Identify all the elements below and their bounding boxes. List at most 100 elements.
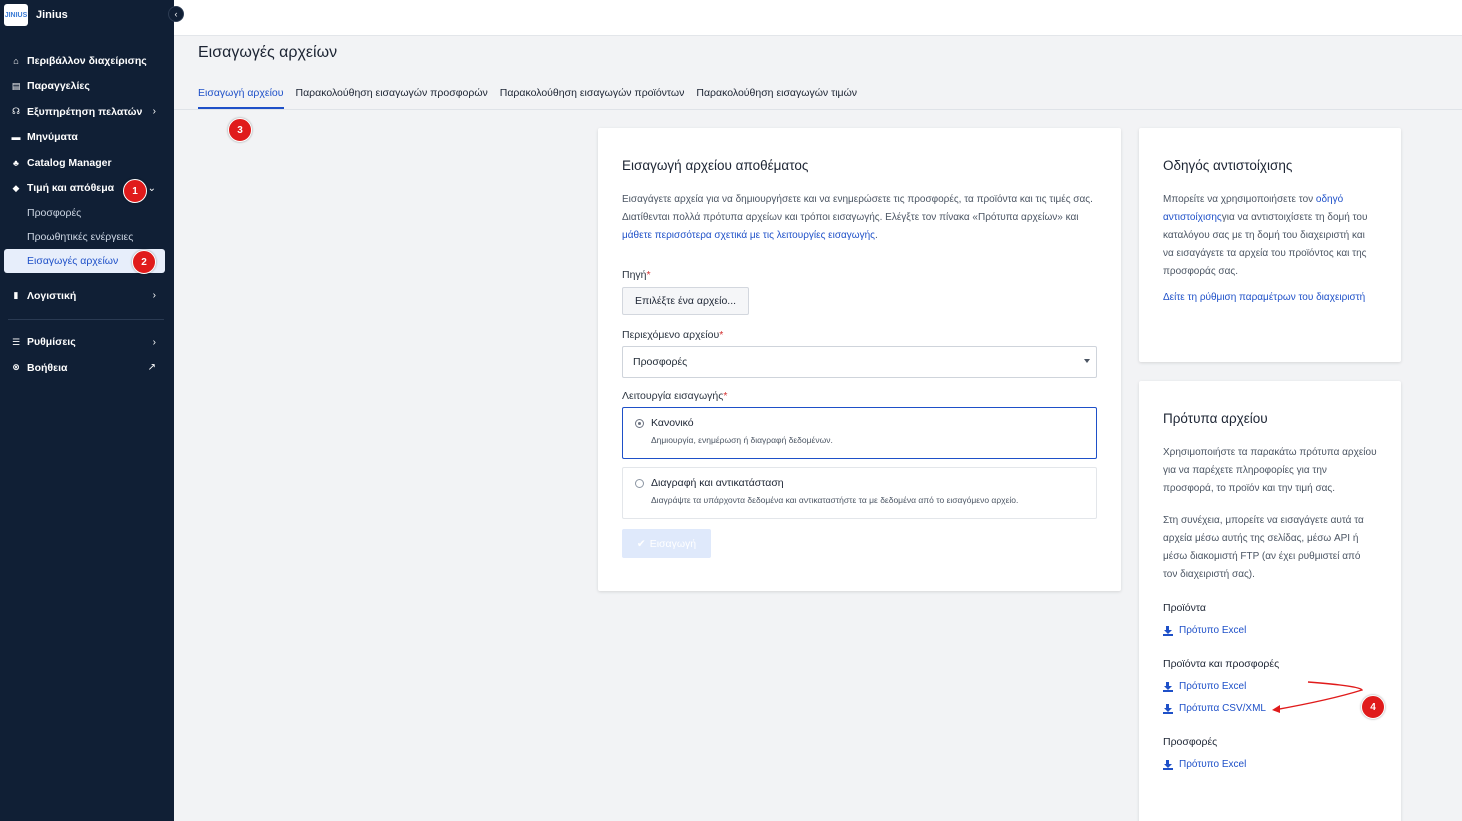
download-icon — [1163, 625, 1173, 636]
content-label-text: Περιεχόμενο αρχείου — [622, 329, 720, 341]
required-mark: * — [719, 329, 724, 341]
download-label: Πρότυπο Excel — [1179, 625, 1247, 636]
mode-label-text: Λειτουργία εισαγωγής — [622, 390, 724, 402]
file-content-value: Προσφορές — [633, 356, 688, 368]
mode-normal-description: Δημιουργία, ενημέρωση ή διαγραφή δεδομέν… — [651, 435, 833, 445]
radio-selected[interactable] — [635, 418, 644, 428]
catalog-icon: ♣ — [13, 157, 19, 168]
sidebar-item-label: Εξυπηρέτηση πελατών — [27, 105, 143, 118]
sidebar-nav: ⌂ Περιβάλλον διαχείρισης ▤ Παραγγελίες ☊… — [0, 48, 174, 381]
sliders-icon: ☰ — [11, 336, 21, 347]
external-link-icon: ↗ — [147, 362, 156, 374]
radio-unselected[interactable] — [635, 478, 644, 488]
required-mark: * — [646, 269, 651, 281]
chevron-down-icon: ⌄ — [147, 182, 156, 194]
caret-down-icon — [1084, 359, 1090, 363]
import-button[interactable]: ✔ Εισαγωγή — [622, 529, 711, 558]
mode-normal-label: Κανονικό — [651, 417, 694, 429]
sidebar-item-dashboard[interactable]: ⌂ Περιβάλλον διαχείρισης — [0, 48, 174, 74]
annotation-badge-2: 2 — [132, 250, 156, 274]
chevron-right-icon: › — [152, 290, 156, 302]
sidebar-item-label: Παραγγελίες — [27, 80, 90, 93]
sidebar-divider — [8, 318, 164, 320]
download-icon — [1163, 681, 1173, 692]
accounting-icon: ▮ — [13, 290, 19, 301]
source-label-text: Πηγή — [622, 269, 647, 281]
group-products-title: Προϊόντα — [1163, 602, 1206, 614]
brand-logo: JINIUS — [4, 4, 28, 26]
import-card-title: Εισαγωγή αρχείου αποθέματος — [622, 158, 809, 173]
message-icon: ▬ — [11, 132, 21, 143]
mapping-card-title: Οδηγός αντιστοίχισης — [1163, 158, 1293, 173]
operator-config-link[interactable]: Δείτε τη ρύθμιση παραμέτρων του διαχειρι… — [1163, 289, 1377, 307]
orders-icon: ▤ — [11, 80, 21, 91]
description-end: . — [875, 230, 878, 241]
sidebar-subitem-promotions[interactable]: Προωθητικές ενέργειες — [0, 225, 174, 249]
import-card-description: Εισαγάγετε αρχεία για να δημιουργήσετε κ… — [622, 191, 1097, 245]
page-title: Εισαγωγές αρχείων — [198, 44, 338, 61]
content-label: Περιεχόμενο αρχείου* — [622, 329, 1097, 341]
mode-replace-option[interactable]: Διαγραφή και αντικατάσταση Διαγράψτε τα … — [622, 467, 1097, 519]
tabs-divider — [174, 109, 1462, 110]
mapping-card-text: Μπορείτε να χρησιμοποιήσετε τον οδηγό αν… — [1163, 191, 1377, 281]
sidebar-item-label: Τιμή και απόθεμα — [27, 182, 115, 195]
download-offers-excel[interactable]: Πρότυπο Excel — [1163, 759, 1377, 770]
brand[interactable]: JINIUS Jinius — [0, 0, 174, 30]
tab-price-imports[interactable]: Παρακολούθηση εισαγωγών τιμών — [696, 87, 857, 109]
collapse-sidebar-button[interactable]: ‹ — [168, 6, 184, 22]
lifebuoy-icon: ⊗ — [12, 362, 20, 373]
mode-replace-description: Διαγράψτε τα υπάρχοντα δεδομένα και αντι… — [651, 495, 1019, 505]
mapping-text: Μπορείτε να χρησιμοποιήσετε τον — [1163, 194, 1316, 205]
sidebar-item-price-stock[interactable]: ◆ Τιμή και απόθεμα ⌄ — [0, 176, 174, 202]
sidebar-item-label: Βοήθεια — [27, 361, 68, 374]
sidebar-subitem-offers[interactable]: Προσφορές — [0, 201, 174, 225]
file-content-select[interactable]: Προσφορές — [622, 346, 1097, 378]
sidebar: JINIUS Jinius ⌂ Περιβάλλον διαχείρισης ▤… — [0, 0, 174, 821]
templates-card: Πρότυπα αρχείου Χρησιμοποιήστε τα παρακά… — [1139, 381, 1401, 821]
support-icon: ☊ — [12, 106, 20, 117]
download-label: Πρότυπο Excel — [1179, 759, 1247, 770]
sidebar-item-help[interactable]: ⊗ Βοήθεια ↗ — [0, 355, 174, 381]
annotation-badge-3: 3 — [228, 118, 252, 142]
download-label: Πρότυπο Excel — [1179, 681, 1247, 692]
description-text: Εισαγάγετε αρχεία για να δημιουργήσετε κ… — [622, 194, 1093, 223]
check-icon: ✔ — [636, 537, 646, 550]
chevron-right-icon: › — [152, 106, 156, 118]
tab-product-imports[interactable]: Παρακολούθηση εισαγωγών προϊόντων — [500, 87, 685, 109]
mode-label: Λειτουργία εισαγωγής* — [622, 390, 1097, 402]
import-card: Εισαγωγή αρχείου αποθέματος Εισαγάγετε α… — [598, 128, 1121, 591]
top-bar — [174, 0, 1462, 36]
group-offers-title: Προσφορές — [1163, 736, 1218, 748]
tag-icon: ◆ — [12, 182, 20, 193]
download-products-excel[interactable]: Πρότυπο Excel — [1163, 625, 1377, 636]
sidebar-item-label: Catalog Manager — [27, 156, 112, 169]
sidebar-item-support[interactable]: ☊ Εξυπηρέτηση πελατών › — [0, 99, 174, 125]
group-products-offers-title: Προϊόντα και προσφορές — [1163, 658, 1280, 670]
download-icon — [1163, 759, 1173, 770]
import-button-label: Εισαγωγή — [649, 537, 697, 550]
sidebar-item-label: Ρυθμίσεις — [27, 336, 76, 349]
sidebar-item-settings[interactable]: ☰ Ρυθμίσεις › — [0, 330, 174, 356]
mapping-card: Οδηγός αντιστοίχισης Μπορείτε να χρησιμο… — [1139, 128, 1401, 362]
tab-file-import[interactable]: Εισαγωγή αρχείου — [198, 87, 284, 109]
chevron-right-icon: › — [152, 336, 156, 348]
tab-bar: Εισαγωγή αρχείου Παρακολούθηση εισαγωγών… — [198, 87, 869, 109]
templates-text-1: Χρησιμοποιήστε τα παρακάτω πρότυπα αρχεί… — [1163, 447, 1377, 494]
tab-offer-imports[interactable]: Παρακολούθηση εισαγωγών προσφορών — [296, 87, 488, 109]
sidebar-item-label: Περιβάλλον διαχείρισης — [27, 54, 147, 67]
learn-more-link[interactable]: μάθετε περισσότερα σχετικά με τις λειτου… — [622, 230, 875, 241]
sidebar-item-messages[interactable]: ▬ Μηνύματα — [0, 125, 174, 151]
sidebar-item-label: Μηνύματα — [27, 131, 78, 144]
templates-text-2: Στη συνέχεια, μπορείτε να εισαγάγετε αυτ… — [1163, 515, 1364, 580]
choose-file-button[interactable]: Επιλέξτε ένα αρχείο... — [622, 287, 750, 315]
required-mark: * — [723, 390, 728, 402]
sidebar-item-orders[interactable]: ▤ Παραγγελίες — [0, 74, 174, 100]
templates-card-title: Πρότυπα αρχείου — [1163, 411, 1268, 426]
sidebar-item-catalog[interactable]: ♣ Catalog Manager — [0, 150, 174, 176]
sidebar-item-accounting[interactable]: ▮ Λογιστική › — [0, 283, 174, 309]
mode-normal-option[interactable]: Κανονικό Δημιουργία, ενημέρωση ή διαγραφ… — [622, 407, 1097, 459]
source-label: Πηγή* — [622, 269, 1097, 281]
sidebar-item-label: Λογιστική — [27, 289, 77, 302]
mode-replace-label: Διαγραφή και αντικατάσταση — [651, 477, 784, 489]
brand-name: Jinius — [36, 9, 68, 21]
